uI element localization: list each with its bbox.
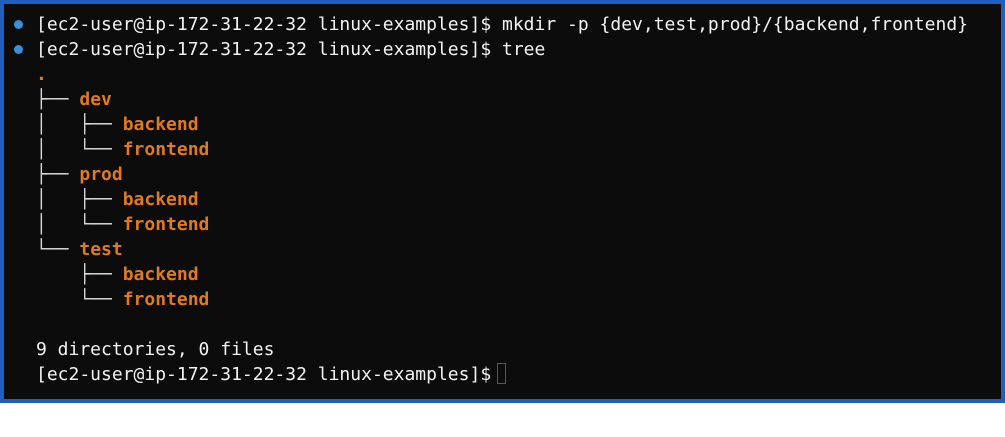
directory-name: backend <box>122 189 199 210</box>
tree-root: . <box>36 64 47 85</box>
tree-branch: ├── <box>36 264 123 285</box>
command-text: mkdir -p {dev,test,prod}/{backend,fronte… <box>502 14 968 35</box>
text-cursor[interactable] <box>497 363 507 384</box>
tree-summary: 9 directories, 0 files <box>36 339 275 360</box>
summary-line: 9 directories, 0 files <box>14 337 274 362</box>
tree-branch: │ ├── <box>36 189 123 210</box>
tree-dir-line: ├── dev <box>14 87 112 112</box>
tree-dir-line: ├── prod <box>14 162 123 187</box>
tree-root-line: . <box>14 62 79 87</box>
tree-branch: └── <box>36 289 123 310</box>
tree-branch: └── <box>36 239 80 260</box>
active-prompt-line[interactable]: [ec2-user@ip-172-31-22-32 linux-examples… <box>14 362 507 387</box>
tree-dir-line: └── test <box>14 237 123 262</box>
terminal-output: [ec2-user@ip-172-31-22-32 linux-examples… <box>14 12 968 387</box>
tree-subdir-line: │ ├── backend <box>14 187 199 212</box>
directory-name: frontend <box>122 289 210 310</box>
directory-name: test <box>79 239 123 260</box>
tree-branch: │ ├── <box>36 114 123 135</box>
tree-subdir-line: ├── backend <box>14 262 198 287</box>
prompt: [ec2-user@ip-172-31-22-32 linux-examples… <box>36 14 492 35</box>
tree-branch: ├── <box>36 89 80 110</box>
directory-name: frontend <box>122 139 210 160</box>
tree-subdir-line: │ └── frontend <box>14 137 209 162</box>
prompt: [ec2-user@ip-172-31-22-32 linux-examples… <box>36 364 492 385</box>
directory-name: frontend <box>122 214 210 235</box>
directory-name: dev <box>79 89 112 110</box>
directory-name: backend <box>122 114 199 135</box>
tree-branch: │ └── <box>36 139 123 160</box>
tree-branch: │ └── <box>36 214 123 235</box>
command-text: tree <box>502 39 546 60</box>
tree-subdir-line: │ └── frontend <box>14 212 209 237</box>
command-marker-icon <box>14 20 23 29</box>
command-line-1: [ec2-user@ip-172-31-22-32 linux-examples… <box>14 12 968 37</box>
tree-branch: ├── <box>36 164 80 185</box>
command-marker-icon <box>14 45 23 54</box>
prompt: [ec2-user@ip-172-31-22-32 linux-examples… <box>36 39 492 60</box>
directory-name: prod <box>79 164 123 185</box>
tree-subdir-line: │ ├── backend <box>14 112 199 137</box>
command-line-2: [ec2-user@ip-172-31-22-32 linux-examples… <box>14 37 545 62</box>
terminal-window: [ec2-user@ip-172-31-22-32 linux-examples… <box>0 0 1005 403</box>
tree-subdir-line: └── frontend <box>14 287 209 312</box>
directory-name: backend <box>122 264 199 285</box>
